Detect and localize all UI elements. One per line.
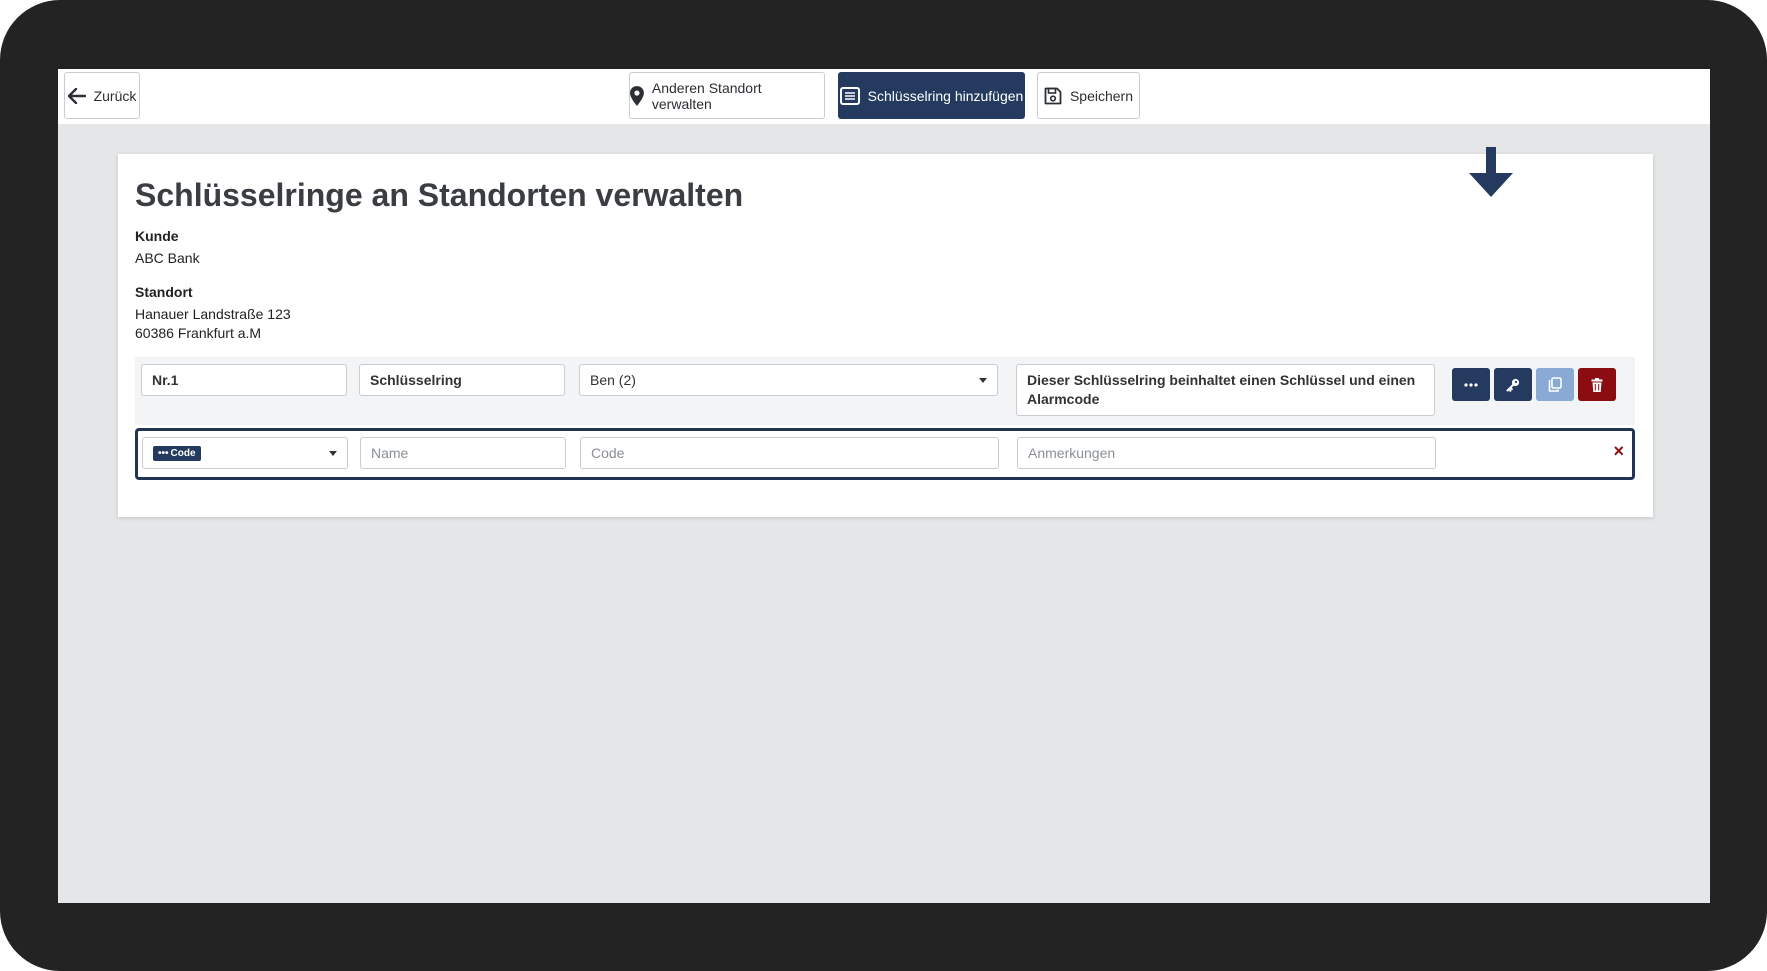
app-screen: Zurück Anderen Standort verwalten Schlüs… <box>58 69 1710 903</box>
page-title: Schlüsselringe an Standorten verwalten <box>135 177 744 213</box>
copy-icon <box>1548 377 1562 392</box>
keyring-note-field[interactable]: Dieser Schlüsselring beinhaltet einen Sc… <box>1016 364 1435 416</box>
keyring-number-field[interactable]: Nr.1 <box>141 364 347 396</box>
keyring-type-value: Schlüsselring <box>370 372 462 388</box>
keyring-management-card: Schlüsselringe an Standorten verwalten K… <box>118 147 1653 517</box>
keyring-type-field[interactable]: Schlüsselring <box>359 364 565 396</box>
keyring-person-value: Ben (2) <box>590 372 636 388</box>
back-button-label: Zurück <box>93 87 137 104</box>
notes-input-placeholder: Anmerkungen <box>1028 445 1116 461</box>
arrow-left-icon <box>67 87 86 104</box>
customer-value: ABC Bank <box>135 250 200 266</box>
device-frame: Zurück Anderen Standort verwalten Schlüs… <box>0 0 1767 971</box>
other-location-button[interactable]: Anderen Standort verwalten <box>629 72 825 119</box>
more-options-button[interactable] <box>1452 368 1490 401</box>
location-address-line2: 60386 Frankfurt a.M <box>135 325 262 341</box>
entry-type-select[interactable]: ••• Code <box>142 437 348 469</box>
code-type-badge: ••• Code <box>153 445 201 461</box>
down-arrow-indicator-icon <box>1469 147 1513 197</box>
floppy-disk-icon <box>1044 87 1062 104</box>
name-input[interactable]: Name <box>360 437 566 469</box>
name-input-placeholder: Name <box>371 445 409 461</box>
notes-input[interactable]: Anmerkungen <box>1017 437 1436 469</box>
add-keyring-label: Schlüsselring hinzufügen <box>867 87 1024 104</box>
key-button[interactable] <box>1494 368 1532 401</box>
key-icon <box>1506 378 1520 392</box>
keyring-row: Nr.1 Schlüsselring Ben (2) Dieser Schlüs… <box>135 357 1635 425</box>
top-toolbar: Zurück Anderen Standort verwalten Schlüs… <box>58 69 1710 124</box>
copy-button[interactable] <box>1536 368 1574 401</box>
close-icon[interactable]: × <box>1613 441 1624 462</box>
save-button[interactable]: Speichern <box>1037 72 1140 119</box>
add-keyring-button[interactable]: Schlüsselring hinzufügen <box>838 72 1025 119</box>
delete-button[interactable] <box>1578 368 1616 401</box>
other-location-label: Anderen Standort verwalten <box>651 79 762 112</box>
save-button-label: Speichern <box>1069 87 1134 104</box>
keyring-note-line1: Dieser Schlüsselring beinhaltet einen Sc… <box>1027 372 1416 388</box>
customer-label: Kunde <box>135 228 179 244</box>
trash-icon <box>1591 377 1603 392</box>
list-icon <box>839 86 860 105</box>
code-input-placeholder: Code <box>591 445 625 461</box>
back-button[interactable]: Zurück <box>64 72 140 119</box>
code-entry-row: ••• Code Name Code Anmerkungen × <box>135 428 1635 480</box>
chevron-down-icon <box>979 378 987 383</box>
location-pin-icon <box>630 85 644 106</box>
ellipsis-icon <box>1464 382 1478 387</box>
keyring-person-select[interactable]: Ben (2) <box>579 364 998 396</box>
chevron-down-icon <box>329 451 337 456</box>
location-label: Standort <box>135 284 193 300</box>
keyring-number-value: Nr.1 <box>152 372 179 388</box>
location-address-line1: Hanauer Landstraße 123 <box>135 306 291 322</box>
keyring-note-line2: Alarmcode <box>1027 391 1100 407</box>
code-type-badge-label: Code <box>170 447 196 459</box>
ellipsis-icon: ••• <box>158 447 169 459</box>
code-input[interactable]: Code <box>580 437 999 469</box>
